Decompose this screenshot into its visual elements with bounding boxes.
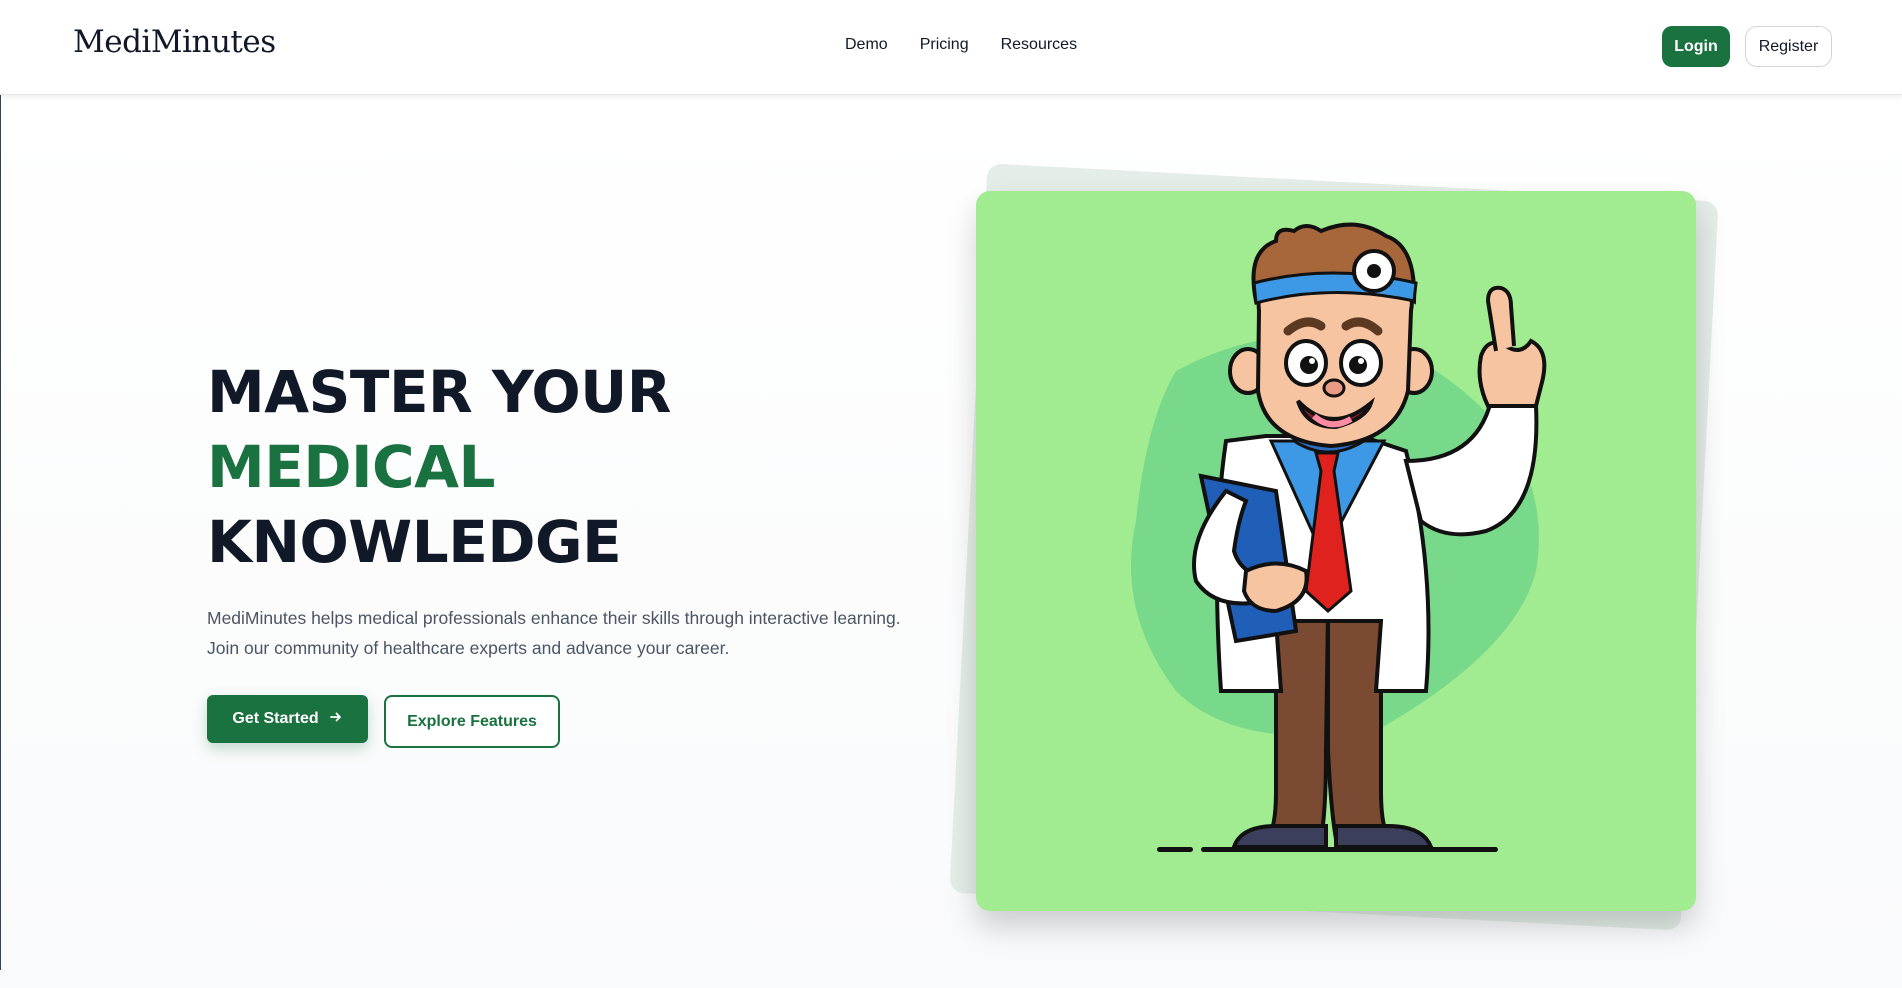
illustration-card (976, 191, 1696, 911)
hero-title: MASTER YOUR MEDICAL KNOWLEDGE (207, 355, 671, 580)
hero-title-line-1: MASTER YOUR (207, 358, 671, 426)
nav-demo[interactable]: Demo (845, 36, 888, 54)
arrow-right-icon (329, 710, 343, 729)
nav-pricing[interactable]: Pricing (920, 36, 969, 54)
login-button[interactable]: Login (1662, 26, 1730, 67)
get-started-button[interactable]: Get Started (207, 695, 368, 743)
get-started-label: Get Started (232, 710, 319, 727)
logo[interactable]: MediMinutes (73, 24, 276, 60)
left-border (0, 95, 1, 970)
main-nav: Demo Pricing Resources (845, 36, 1077, 54)
register-button[interactable]: Register (1745, 26, 1832, 67)
doctor-illustration (1131, 222, 1547, 852)
hero-title-line-3: KNOWLEDGE (207, 508, 622, 576)
site-header: MediMinutes Demo Pricing Resources Login… (0, 0, 1902, 95)
nav-resources[interactable]: Resources (1001, 36, 1077, 54)
hero-description: MediMinutes helps medical professionals … (207, 608, 901, 658)
hero-title-line-2: MEDICAL (207, 433, 495, 501)
explore-features-button[interactable]: Explore Features (384, 695, 560, 748)
